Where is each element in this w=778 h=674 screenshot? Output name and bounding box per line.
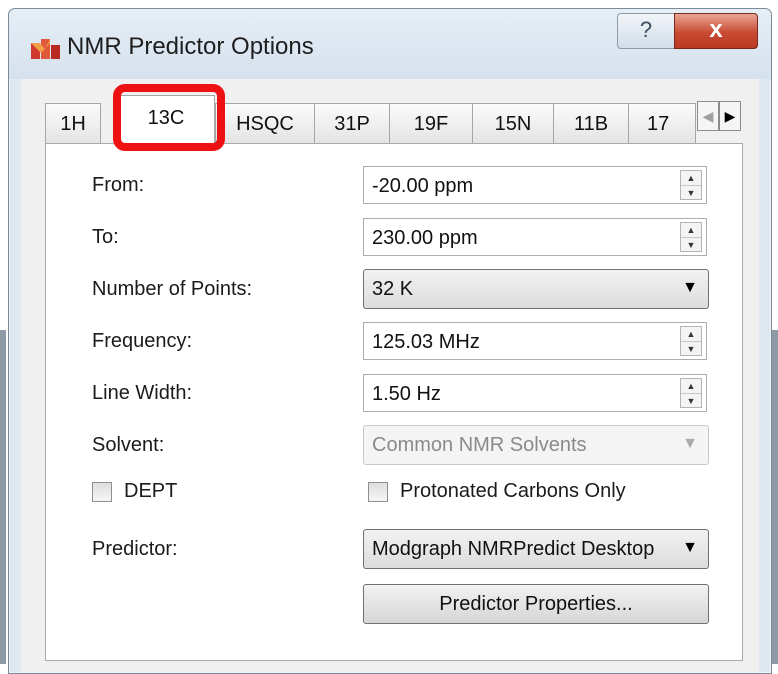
- chevron-down-icon: ▼: [682, 279, 698, 296]
- predictor-properties-button[interactable]: Predictor Properties...: [363, 584, 709, 624]
- tab-highlight-annotation: [113, 84, 225, 151]
- spin-down-icon[interactable]: ▼: [681, 342, 701, 356]
- help-button[interactable]: ?: [617, 13, 675, 49]
- solvent-combobox: Common NMR Solvents ▼: [363, 425, 709, 465]
- line-width-spin-arrows[interactable]: ▲ ▼: [680, 378, 702, 408]
- tab-1h[interactable]: 1H: [45, 103, 101, 143]
- to-spinbox[interactable]: 230.00 ppm ▲ ▼: [363, 218, 707, 256]
- tab-hsqc[interactable]: HSQC: [215, 103, 315, 143]
- from-label: From:: [92, 174, 145, 196]
- predictor-combobox[interactable]: Modgraph NMRPredict Desktop ▼: [363, 529, 709, 569]
- points-value: 32 K: [372, 278, 414, 300]
- protonated-checkbox[interactable]: [368, 482, 388, 502]
- to-value: 230.00 ppm: [372, 227, 478, 249]
- background-edge-left: [0, 330, 6, 664]
- line-width-spinbox[interactable]: 1.50 Hz ▲ ▼: [363, 374, 707, 412]
- protonated-label[interactable]: Protonated Carbons Only: [400, 480, 626, 503]
- points-label: Number of Points:: [92, 278, 253, 300]
- from-spin-arrows[interactable]: ▲ ▼: [680, 170, 702, 200]
- close-button[interactable]: x: [674, 13, 758, 49]
- predictor-label: Predictor:: [92, 538, 178, 560]
- dept-label[interactable]: DEPT: [124, 480, 177, 503]
- solvent-value: Common NMR Solvents: [372, 434, 587, 456]
- solvent-label: Solvent:: [92, 434, 165, 456]
- tab-scroll-right-icon[interactable]: ▶: [719, 101, 741, 131]
- spin-up-icon[interactable]: ▲: [681, 327, 701, 342]
- tab-panel-13c: From: -20.00 ppm ▲ ▼ To: 230.00 ppm ▲ ▼ …: [45, 143, 743, 661]
- spin-down-icon[interactable]: ▼: [681, 394, 701, 408]
- window-title: NMR Predictor Options: [67, 33, 314, 60]
- chevron-down-icon: ▼: [682, 435, 698, 452]
- from-spinbox[interactable]: -20.00 ppm ▲ ▼: [363, 166, 707, 204]
- spin-up-icon[interactable]: ▲: [681, 171, 701, 186]
- line-width-value: 1.50 Hz: [372, 383, 441, 405]
- app-icon: [31, 39, 60, 59]
- tab-19f[interactable]: 19F: [389, 103, 473, 143]
- from-value: -20.00 ppm: [372, 175, 474, 197]
- background-edge-right: [772, 330, 778, 664]
- to-spin-arrows[interactable]: ▲ ▼: [680, 222, 702, 252]
- dept-checkbox[interactable]: [92, 482, 112, 502]
- points-combobox[interactable]: 32 K ▼: [363, 269, 709, 309]
- spin-up-icon[interactable]: ▲: [681, 379, 701, 394]
- title-bar: NMR Predictor Options ? x: [9, 9, 771, 79]
- frequency-label: Frequency:: [92, 330, 193, 352]
- tab-scroll-left-icon[interactable]: ◀: [697, 101, 719, 131]
- predictor-value: Modgraph NMRPredict Desktop: [372, 538, 655, 560]
- dialog-window: NMR Predictor Options ? x 1H 13C HSQC 31…: [8, 8, 772, 674]
- spin-down-icon[interactable]: ▼: [681, 186, 701, 200]
- frequency-spin-arrows[interactable]: ▲ ▼: [680, 326, 702, 356]
- frequency-value: 125.03 MHz: [372, 331, 480, 353]
- tab-31p[interactable]: 31P: [314, 103, 390, 143]
- to-label: To:: [92, 226, 119, 248]
- chevron-down-icon: ▼: [682, 539, 698, 556]
- tab-15n[interactable]: 15N: [472, 103, 554, 143]
- spin-up-icon[interactable]: ▲: [681, 223, 701, 238]
- line-width-label: Line Width:: [92, 382, 193, 404]
- tab-11b[interactable]: 11B: [553, 103, 629, 143]
- tab-17o-partial[interactable]: 17: [628, 103, 696, 143]
- dialog-client: 1H 13C HSQC 31P 19F 15N 11B 17 ◀ ▶ From:…: [21, 79, 759, 673]
- frequency-spinbox[interactable]: 125.03 MHz ▲ ▼: [363, 322, 707, 360]
- spin-down-icon[interactable]: ▼: [681, 238, 701, 252]
